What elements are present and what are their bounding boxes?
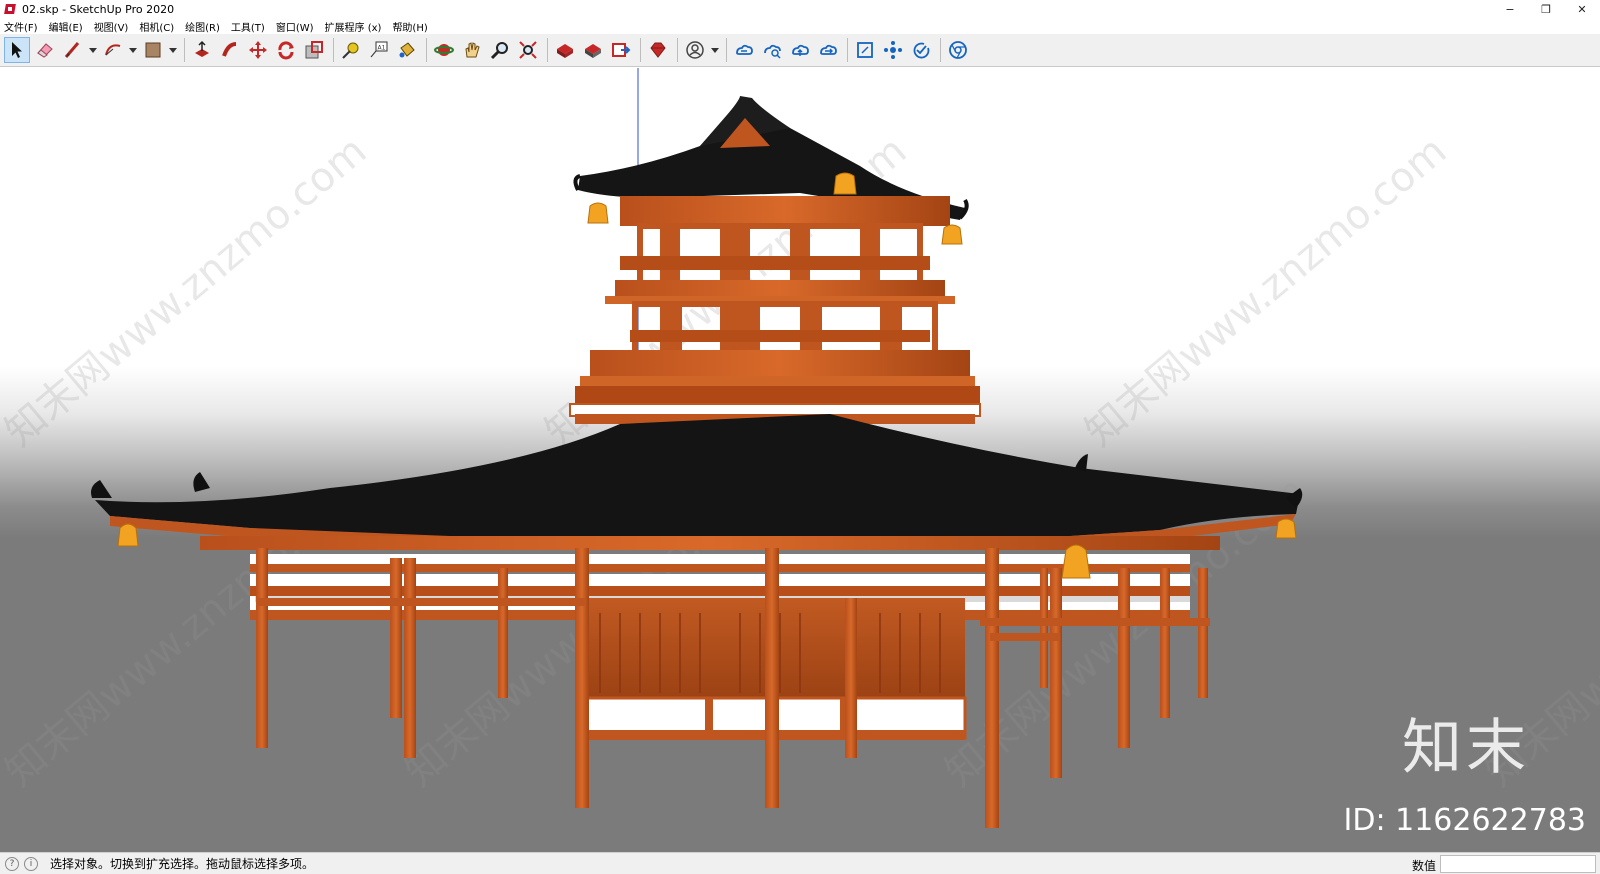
extension-manager-icon[interactable]: [645, 37, 671, 63]
measurements-input[interactable]: [1440, 855, 1596, 873]
rectangle-tool-dropdown[interactable]: [168, 37, 178, 63]
toolbar-separator: [547, 38, 548, 62]
layout-send-icon[interactable]: [608, 37, 634, 63]
tape-measure-tool-icon[interactable]: [338, 37, 364, 63]
zoom-extents-tool-icon[interactable]: [515, 37, 541, 63]
rectangle-tool-icon[interactable]: [140, 37, 166, 63]
toolbar-separator: [677, 38, 678, 62]
menu-help[interactable]: 帮助(H): [392, 19, 427, 34]
menu-window[interactable]: 窗口(W): [276, 19, 314, 34]
select-tool-icon[interactable]: [4, 37, 30, 63]
3d-warehouse-icon[interactable]: [552, 37, 578, 63]
trimble-connect-icon[interactable]: [731, 37, 757, 63]
window-controls: − ❐ ✕: [1492, 0, 1600, 18]
toolbar-separator: [184, 38, 185, 62]
arc-tool-dropdown[interactable]: [128, 37, 138, 63]
main-toolbar: A1: [0, 34, 1600, 67]
toolbar-separator: [333, 38, 334, 62]
scale-tool-icon[interactable]: [301, 37, 327, 63]
classifier-icon[interactable]: [880, 37, 906, 63]
menu-view[interactable]: 视图(V): [94, 19, 129, 34]
cloud-upload-icon[interactable]: [787, 37, 813, 63]
status-bar: ? i 选择对象。切换到扩充选择。拖动鼠标选择多项。 数值: [0, 852, 1600, 874]
line-tool-icon[interactable]: [60, 37, 86, 63]
info-icon[interactable]: i: [24, 856, 38, 871]
toolbar-separator: [847, 38, 848, 62]
watermark-logo: 知末: [1402, 713, 1530, 783]
orbit-tool-icon[interactable]: [431, 37, 457, 63]
line-tool-dropdown[interactable]: [88, 37, 98, 63]
geo-location-icon[interactable]: ?: [5, 856, 19, 871]
temple-model[interactable]: 知末网www.znzmo.com 知末网www.znzmo.com 知末网www…: [0, 68, 1600, 852]
menu-bar: 文件(F) 编辑(E) 视图(V) 相机(C) 绘图(R) 工具(T) 窗口(W…: [0, 18, 1600, 34]
chrome-icon[interactable]: [945, 37, 971, 63]
move-tool-icon[interactable]: [245, 37, 271, 63]
cloud-sync-icon[interactable]: [815, 37, 841, 63]
account-dropdown[interactable]: [710, 37, 720, 63]
watermark-text: 知末网www.znzmo.com: [1077, 128, 1455, 456]
minimize-button[interactable]: −: [1492, 0, 1528, 18]
sketchup-app-icon: [4, 3, 16, 15]
eraser-tool-icon[interactable]: [32, 37, 58, 63]
menu-tools[interactable]: 工具(T): [231, 19, 265, 34]
zoom-tool-icon[interactable]: [487, 37, 513, 63]
menu-file[interactable]: 文件(F): [4, 19, 38, 34]
watermark-text: 知末网www.znzmo.com: [0, 128, 375, 456]
check-icon[interactable]: [908, 37, 934, 63]
toolbar-separator: [726, 38, 727, 62]
menu-edit[interactable]: 编辑(E): [49, 19, 83, 34]
text-tool-icon[interactable]: A1: [366, 37, 392, 63]
title-bar: 02.skp - SketchUp Pro 2020 − ❐ ✕: [0, 0, 1600, 18]
model-viewport[interactable]: 知末网www.znzmo.com 知末网www.znzmo.com 知末网www…: [0, 68, 1600, 852]
scan-essentials-icon[interactable]: [852, 37, 878, 63]
paint-bucket-tool-icon[interactable]: [394, 37, 420, 63]
account-icon[interactable]: [682, 37, 708, 63]
menu-draw[interactable]: 绘图(R): [185, 19, 220, 34]
cloud-search-icon[interactable]: [759, 37, 785, 63]
toolbar-separator: [640, 38, 641, 62]
toolbar-separator: [426, 38, 427, 62]
arc-tool-icon[interactable]: [100, 37, 126, 63]
pan-tool-icon[interactable]: [459, 37, 485, 63]
sketchup-window: 02.skp - SketchUp Pro 2020 − ❐ ✕ 文件(F) 编…: [0, 0, 1600, 874]
rotate-tool-icon[interactable]: [273, 37, 299, 63]
svg-text:A1: A1: [378, 45, 386, 52]
window-title: 02.skp - SketchUp Pro 2020: [22, 2, 175, 16]
menu-extensions[interactable]: 扩展程序 (x): [325, 19, 382, 34]
push-pull-tool-icon[interactable]: [189, 37, 215, 63]
follow-me-tool-icon[interactable]: [217, 37, 243, 63]
close-button[interactable]: ✕: [1564, 0, 1600, 18]
watermark-id: ID: 1162622783: [1343, 803, 1586, 838]
extension-warehouse-icon[interactable]: [580, 37, 606, 63]
toolbar-separator: [940, 38, 941, 62]
measurements-label: 数值: [1411, 859, 1436, 873]
restore-button[interactable]: ❐: [1528, 0, 1564, 18]
status-message: 选择对象。切换到扩充选择。拖动鼠标选择多项。: [50, 857, 315, 871]
menu-camera[interactable]: 相机(C): [139, 19, 174, 34]
